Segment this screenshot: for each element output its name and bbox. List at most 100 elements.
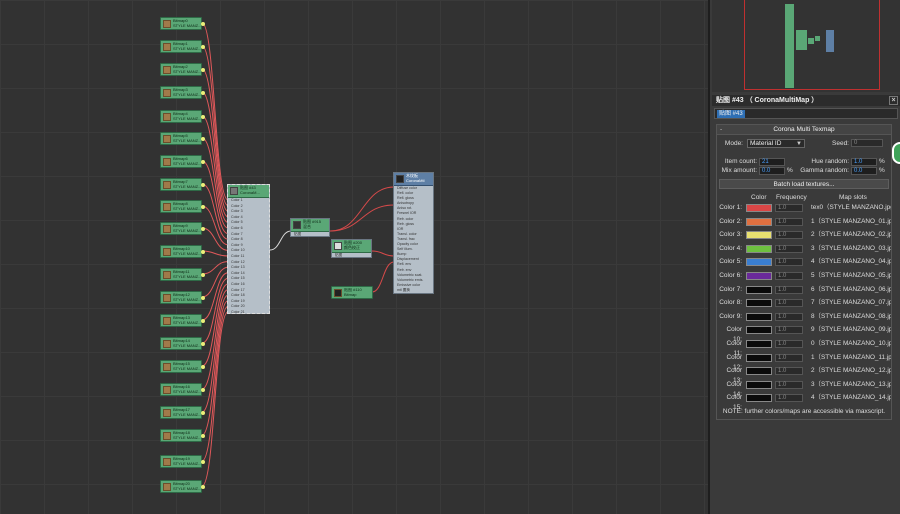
bitmap-node[interactable]: Bitmap16 STYLE MANZ... [160, 383, 205, 396]
rollout-header[interactable]: - Corona Multi Texmap [717, 125, 891, 135]
bitmap-node[interactable]: Bitmap14 STYLE MANZ... [160, 337, 205, 350]
mix-node-slot[interactable]: 贴图 [291, 232, 329, 238]
color-swatch[interactable] [746, 244, 772, 253]
hue-random-spinner[interactable]: 1.0 [851, 158, 877, 166]
frequency-spinner[interactable]: 1.0 [775, 394, 803, 403]
output-port[interactable] [201, 183, 205, 187]
frequency-spinner[interactable]: 1.0 [775, 217, 803, 226]
rollout-toggle[interactable]: - [720, 125, 722, 135]
map-slot-button[interactable]: 4（STYLE MANZANO_04.jpg） [811, 257, 891, 267]
output-port[interactable] [201, 227, 205, 231]
bitmap-node[interactable]: Bitmap5 STYLE MANZ... [160, 132, 205, 145]
seed-spinner[interactable]: 0 [851, 139, 883, 147]
output-port[interactable] [201, 115, 205, 119]
bitmap-node[interactable]: Bitmap18 STYLE MANZ... [160, 429, 205, 442]
output-port[interactable] [201, 388, 205, 392]
color-swatch[interactable] [746, 353, 772, 362]
batch-load-textures-button[interactable]: Batch load textures... [719, 179, 889, 189]
output-port[interactable] [201, 460, 205, 464]
navigator-view[interactable] [712, 0, 900, 92]
map-slot-button[interactable]: 1（STYLE MANZANO_01.jpg） [811, 217, 891, 227]
mix-amount-spinner[interactable]: 0.0 [759, 167, 785, 175]
bitmap-node[interactable]: Bitmap15 STYLE MANZ... [160, 360, 205, 373]
bitmap-node[interactable]: Bitmap12 STYLE MANZ... [160, 291, 205, 304]
bitmap-node[interactable]: Bitmap0 STYLE MANZ... [160, 17, 205, 30]
frequency-spinner[interactable]: 1.0 [775, 326, 803, 335]
frequency-spinner[interactable]: 1.0 [775, 340, 803, 348]
map-slot-button[interactable]: 0（STYLE MANZANO_10.jpg） [811, 339, 891, 349]
bitmap-node[interactable]: Bitmap7 STYLE MANZ... [160, 178, 205, 191]
color-swatch[interactable] [746, 231, 772, 240]
bitmap-node[interactable]: Bitmap19 STYLE MANZ... [160, 455, 205, 468]
bitmap-node[interactable]: Bitmap2 STYLE MANZ... [160, 63, 205, 76]
color-swatch[interactable] [746, 312, 772, 321]
node-editor-canvas[interactable]: Bitmap0 STYLE MANZ... Bitmap1 STYLE MANZ...… [0, 0, 708, 514]
output-port[interactable] [201, 45, 205, 49]
mode-dropdown[interactable]: Material ID ▼ [747, 139, 805, 148]
color-swatch[interactable] [746, 204, 772, 212]
frequency-spinner[interactable]: 1.0 [775, 380, 803, 389]
color-swatch[interactable] [746, 394, 772, 403]
map-slot-button[interactable]: 9（STYLE MANZANO_09.jpg） [811, 325, 891, 335]
color-swatch[interactable] [746, 326, 772, 335]
map-slot-button[interactable]: 7（STYLE MANZANO_07.jpg） [811, 298, 891, 308]
output-port[interactable] [201, 160, 205, 164]
close-icon[interactable]: × [889, 96, 898, 105]
output-port[interactable] [201, 91, 205, 95]
gamma-random-spinner[interactable]: 0.0 [851, 167, 877, 175]
frequency-spinner[interactable]: 1.0 [775, 231, 803, 240]
output-port[interactable] [201, 296, 205, 300]
output-port[interactable] [201, 205, 205, 209]
bitmap-node[interactable]: Bitmap20 STYLE MANZ... [160, 480, 205, 493]
map-slot-button[interactable]: 2（STYLE MANZANO_12.jpg） [811, 366, 891, 376]
bitmap-node[interactable]: Bitmap6 STYLE MANZ... [160, 155, 205, 168]
output-port[interactable] [201, 319, 205, 323]
navigator-frame[interactable] [744, 0, 880, 90]
corona-render-button[interactable] [892, 142, 900, 164]
frequency-spinner[interactable]: 1.0 [775, 244, 803, 253]
bitmap-node[interactable]: Bitmap4 STYLE MANZ... [160, 110, 205, 123]
map-slot-button[interactable]: 8（STYLE MANZANO_08.jpg） [811, 312, 891, 322]
frequency-spinner[interactable]: 1.0 [775, 367, 803, 376]
bitmap-node[interactable]: Bitmap3 STYLE MANZ... [160, 86, 205, 99]
color-correction-node[interactable]: 贴图 #200 颜色校正 贴图 [331, 239, 372, 258]
mix-map-node[interactable]: 贴图 #915 混合 贴图 [290, 218, 330, 237]
color-swatch[interactable] [746, 285, 772, 294]
map-slot-button[interactable]: 3（STYLE MANZANO_03.jpg） [811, 244, 891, 254]
material-slot[interactable]: mtl 置换 [394, 288, 433, 293]
output-port[interactable] [201, 434, 205, 438]
color-swatch[interactable] [746, 340, 772, 348]
item-count-spinner[interactable]: 21 [759, 158, 785, 166]
color-swatch[interactable] [746, 272, 772, 280]
bitmap-node[interactable]: Bitmap11 STYLE MANZ... [160, 268, 205, 281]
bitmap-node[interactable]: Bitmap17 STYLE MANZ... [160, 406, 205, 419]
bitmap-110-node[interactable]: 贴图 #110 Bitmap [331, 286, 373, 299]
color-swatch[interactable] [746, 217, 772, 226]
output-port[interactable] [201, 411, 205, 415]
output-port[interactable] [201, 485, 205, 489]
bitmap-node[interactable]: Bitmap10 STYLE MANZ... [160, 245, 205, 258]
frequency-spinner[interactable]: 1.0 [775, 353, 803, 362]
frequency-spinner[interactable]: 1.0 [775, 258, 803, 267]
map-slot-button[interactable]: 1（STYLE MANZANO_11.jpg） [811, 353, 891, 363]
output-port[interactable] [201, 273, 205, 277]
map-slot-button[interactable]: 4（STYLE MANZANO_14.jpg） [811, 393, 891, 403]
color-swatch[interactable] [746, 299, 772, 308]
bitmap-node[interactable]: Bitmap8 STYLE MANZ... [160, 200, 205, 213]
bitmap-node[interactable]: Bitmap1 STYLE MANZ... [160, 40, 205, 53]
map-slot-button[interactable]: 6（STYLE MANZANO_06.jpg） [811, 285, 891, 295]
frequency-spinner[interactable]: 1.0 [775, 204, 803, 212]
corona-multimap-node[interactable]: 贴图 #43 CoronaM... Color 1 Color 2 Color 3C… [227, 184, 270, 314]
output-port[interactable] [201, 68, 205, 72]
map-slot-button[interactable]: 2（STYLE MANZANO_02.jpg） [811, 230, 891, 240]
color-swatch[interactable] [746, 258, 772, 267]
color-swatch[interactable] [746, 367, 772, 376]
output-port[interactable] [201, 365, 205, 369]
map-slot-button[interactable]: tex0（STYLE MANZANO.jpg） [811, 203, 891, 213]
output-port[interactable] [201, 137, 205, 141]
frequency-spinner[interactable]: 1.0 [775, 312, 803, 321]
map-slot-button[interactable]: 5（STYLE MANZANO_05.jpg） [811, 271, 891, 281]
output-port[interactable] [201, 250, 205, 254]
frequency-spinner[interactable]: 1.0 [775, 272, 803, 280]
output-port[interactable] [201, 342, 205, 346]
